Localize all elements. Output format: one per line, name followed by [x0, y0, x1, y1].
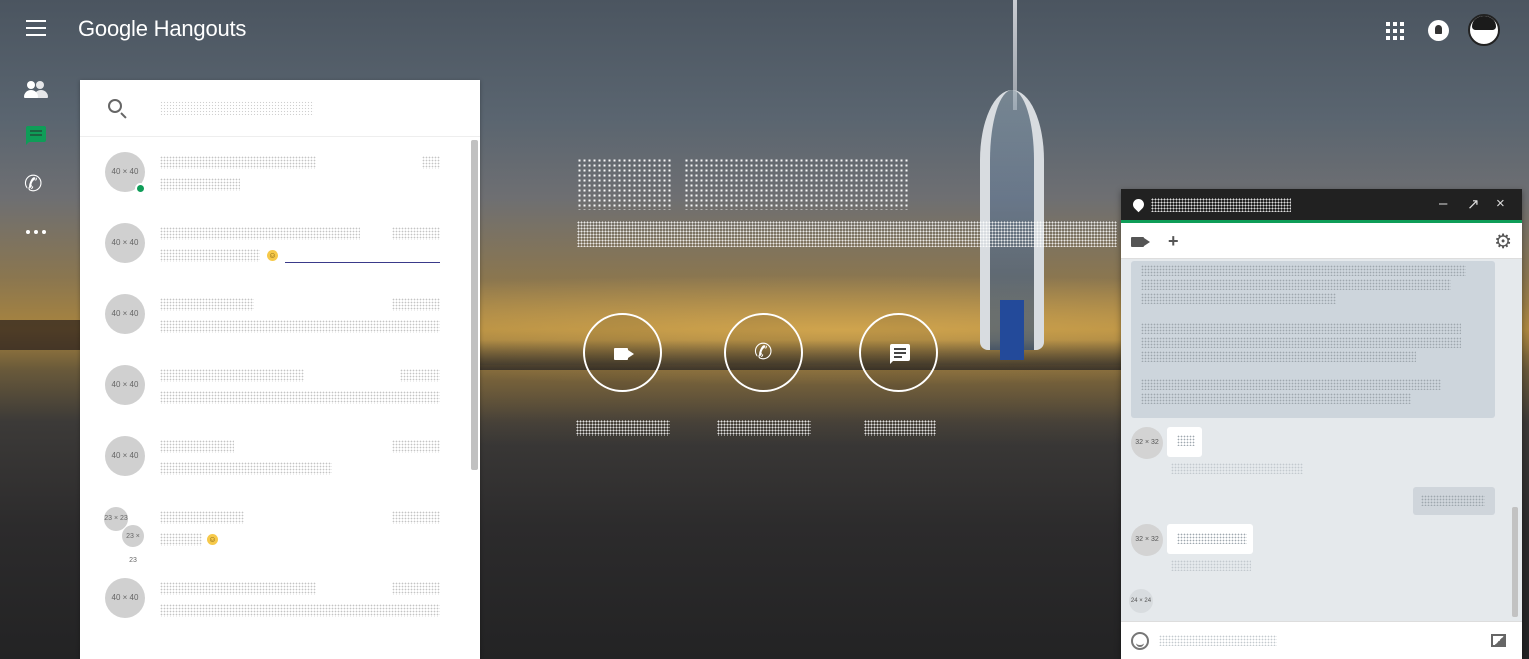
smiley-emoji-icon: ☺: [267, 250, 278, 261]
avatar: 40 × 40: [105, 578, 145, 618]
hero-subtitle-redacted: [577, 221, 1117, 247]
contacts-icon[interactable]: [24, 78, 48, 102]
phone-call-label-redacted: [717, 420, 811, 436]
brand-logo: Google Hangouts: [78, 16, 247, 41]
conversation-preview-redacted: [160, 178, 240, 191]
user-avatar[interactable]: [1468, 14, 1500, 46]
avatar: 40 × 40: [105, 294, 145, 334]
grimace-emoji-icon: ☺: [207, 534, 218, 545]
link-underline: [285, 262, 440, 263]
message-bubble: [1167, 524, 1253, 554]
close-icon[interactable]: ×: [1496, 195, 1505, 212]
conversation-time-redacted: [392, 298, 440, 311]
avatar: 32 × 32: [1131, 427, 1163, 459]
more-icon[interactable]: [24, 220, 48, 244]
chat-title-redacted: [1151, 198, 1291, 212]
conversation-name-redacted: [160, 440, 234, 453]
chat-input-bar: [1121, 621, 1522, 659]
video-call-button[interactable]: [583, 313, 662, 392]
avatar: 40 × 40: [105, 365, 145, 405]
conversation-item[interactable]: 40 × 40: [80, 421, 480, 492]
chat-toolbar: + ⚙: [1121, 223, 1522, 259]
message-icon: [890, 344, 910, 364]
search-icon: [108, 99, 122, 113]
conversation-time-redacted: [400, 369, 440, 382]
message-timestamp-redacted: [1171, 463, 1303, 474]
avatar: 23 × 23: [121, 524, 145, 564]
avatar: 40 × 40: [105, 436, 145, 476]
video-call-label-redacted: [576, 420, 670, 436]
conversation-preview-redacted: [160, 320, 440, 333]
conversation-preview-redacted: [160, 249, 260, 262]
phone-icon[interactable]: ✆: [24, 172, 48, 196]
chat-scrollbar[interactable]: [1512, 507, 1518, 617]
conversation-item[interactable]: 40 × 40: [80, 279, 480, 350]
popout-icon[interactable]: ↗: [1467, 195, 1480, 213]
conversation-item[interactable]: 40 × 40 ☺: [80, 208, 480, 279]
conversation-name-redacted: [160, 298, 254, 311]
minimize-icon[interactable]: –: [1439, 195, 1447, 212]
message-input[interactable]: [1159, 632, 1459, 650]
search-bar: [80, 80, 480, 137]
chat-window: – ↗ × + ⚙ 32 × 32 32 × 32 24 × 24: [1121, 189, 1522, 659]
hero-title-redacted: [684, 158, 908, 210]
background-dock: [0, 320, 80, 350]
emoji-picker-icon[interactable]: [1131, 632, 1149, 650]
message-bubble: [1413, 487, 1495, 515]
message-button[interactable]: [859, 313, 938, 392]
video-call-icon[interactable]: [1131, 237, 1144, 247]
conversation-preview-redacted: [160, 462, 332, 475]
conversation-item[interactable]: 40 × 40: [80, 350, 480, 421]
search-input[interactable]: [160, 98, 360, 118]
phone-call-icon: ✆: [754, 339, 773, 364]
online-status-dot: [135, 183, 146, 194]
avatar: 24 × 24: [1129, 589, 1153, 613]
conversation-preview-redacted: [160, 533, 202, 546]
conversation-time-redacted: [392, 582, 440, 595]
message-label-redacted: [864, 420, 936, 436]
conversation-time-redacted: [392, 227, 440, 240]
conversation-item[interactable]: 40 × 40: [80, 137, 480, 208]
top-bar: Google Hangouts: [0, 0, 1529, 58]
message-bubble: [1167, 427, 1202, 457]
conversation-name-redacted: [160, 156, 316, 169]
background-tower-base: [1000, 300, 1024, 360]
conversation-name-redacted: [160, 582, 316, 595]
conversation-preview-redacted: [160, 391, 440, 404]
conversation-name-redacted: [160, 511, 244, 524]
video-call-icon: [614, 348, 628, 360]
conversation-item[interactable]: 40 × 40: [80, 563, 480, 634]
apps-grid-icon[interactable]: [1386, 22, 1404, 40]
conversation-list-panel: 40 × 40 40 × 40 ☺ 40 × 40 40 × 40 40 × 4…: [80, 80, 480, 659]
conversation-time-redacted: [422, 156, 440, 169]
conversation-name-redacted: [160, 227, 360, 240]
add-person-icon[interactable]: +: [1168, 231, 1179, 252]
message-bubble: [1131, 261, 1495, 418]
settings-gear-icon[interactable]: ⚙: [1494, 229, 1512, 254]
avatar: 32 × 32: [1131, 524, 1163, 556]
message-timestamp-redacted: [1171, 560, 1251, 571]
chat-header[interactable]: – ↗ ×: [1121, 189, 1522, 223]
phone-call-button[interactable]: ✆: [724, 313, 803, 392]
hangouts-logo-icon: [1130, 196, 1147, 213]
conversation-preview-redacted: [160, 604, 440, 617]
image-attach-icon[interactable]: [1491, 634, 1506, 647]
conversations-icon[interactable]: [24, 124, 48, 148]
hamburger-menu-icon[interactable]: [26, 20, 46, 36]
conversation-item[interactable]: 23 × 23 23 × 23 ☺: [80, 492, 480, 564]
hero-title-redacted: [577, 158, 672, 210]
conversation-name-redacted: [160, 369, 304, 382]
conversation-time-redacted: [392, 440, 440, 453]
conversation-time-redacted: [392, 511, 440, 524]
bell-icon[interactable]: [1428, 20, 1449, 41]
avatar: 40 × 40: [105, 223, 145, 263]
